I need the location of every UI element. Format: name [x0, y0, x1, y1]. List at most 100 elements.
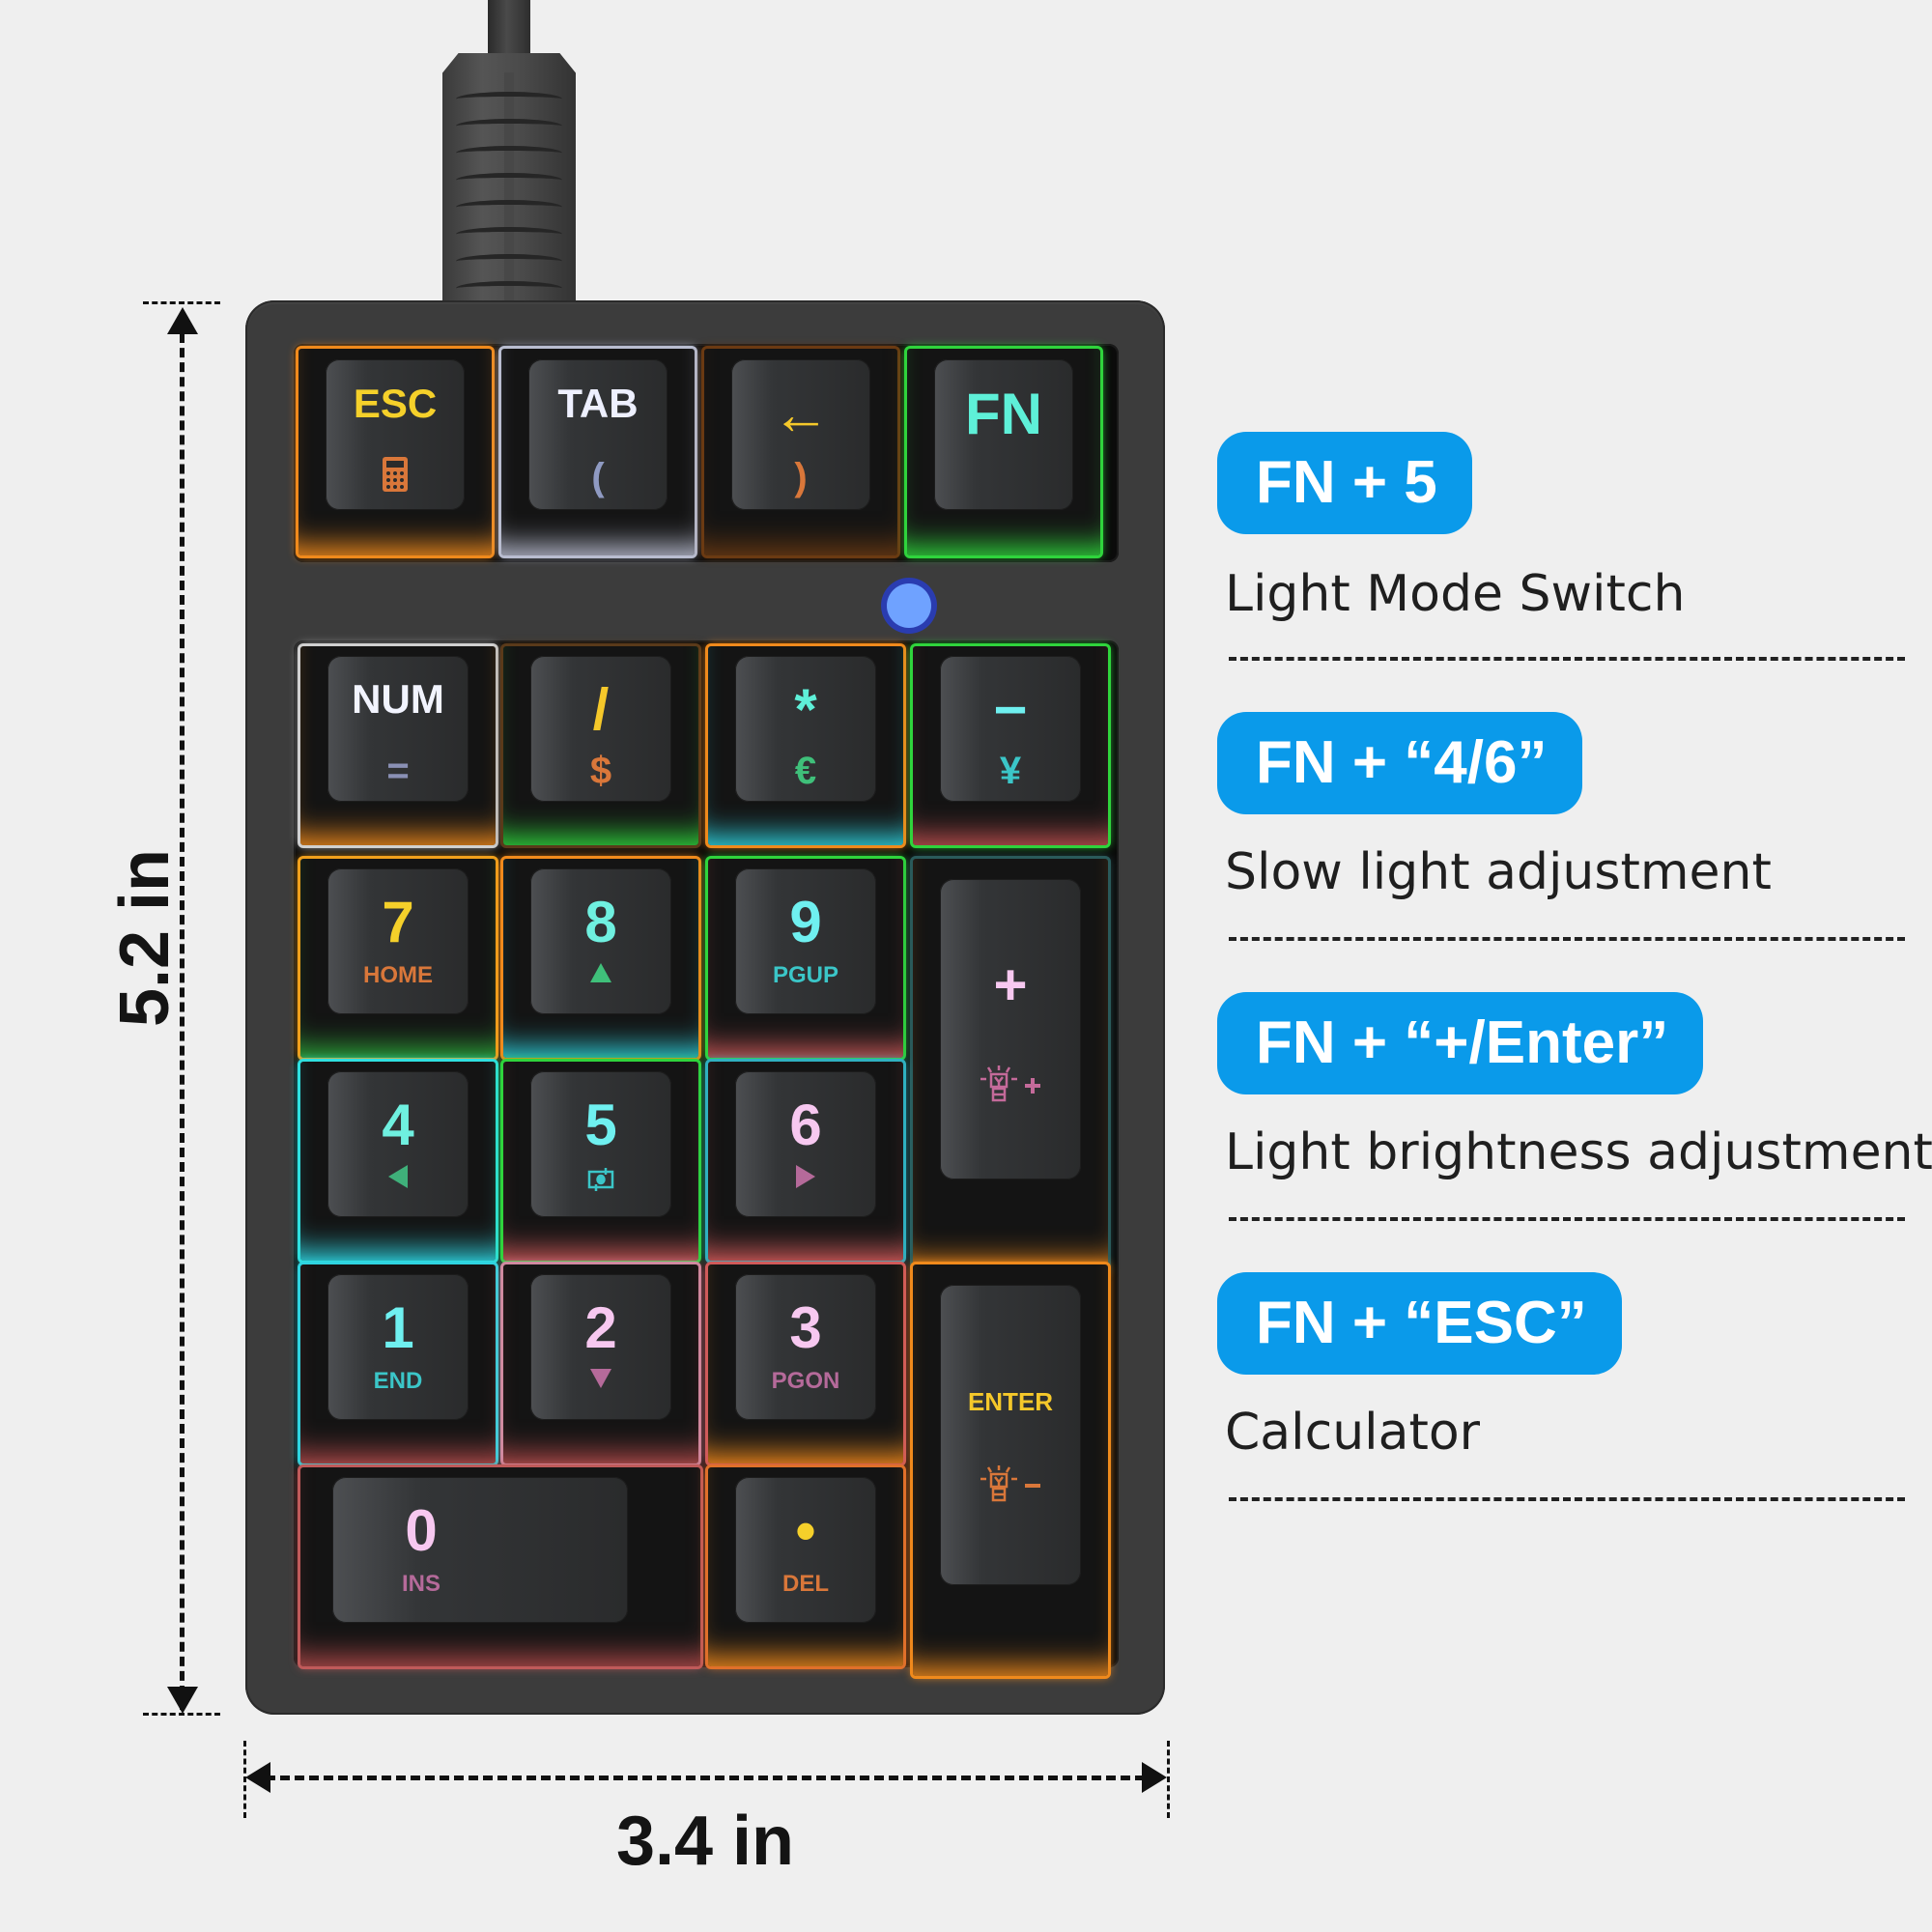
key-num[interactable]: NUM = — [298, 643, 498, 848]
key-legend-primary: TAB — [557, 380, 639, 426]
shortcut-description: Calculator — [1225, 1404, 1481, 1462]
key-legend-secondary: = — [386, 749, 410, 792]
up-triangle-icon — [530, 962, 670, 989]
keycap: 5 — [530, 1071, 671, 1217]
divider — [1229, 657, 1905, 661]
key-legend-primary: / — [592, 677, 610, 743]
key-legend-primary: ENTER — [967, 1387, 1054, 1417]
key-legend-primary: ← — [772, 381, 830, 446]
key-9[interactable]: 9 PGUP — [705, 856, 906, 1061]
key-legend-primary: FN — [965, 381, 1042, 446]
keys-layer: ESC TAB(←) FN NUM = / $ * € − ¥7 HOME 8 9 PGUP +4 5 6 1 END… — [0, 0, 1932, 1932]
key-legend-primary: 5 — [584, 1093, 617, 1158]
key-legend-primary: 1 — [382, 1295, 414, 1361]
key-legend-primary: NUM — [352, 676, 444, 723]
keycap: FN — [934, 358, 1073, 510]
height-dim-tick-top — [143, 301, 220, 304]
key-slash[interactable]: / $ — [500, 643, 701, 848]
key-legend-primary: 9 — [789, 890, 822, 955]
key-3[interactable]: 3 PGON — [705, 1262, 906, 1466]
key-legend-primary: * — [794, 677, 817, 743]
brightness-down-icon — [940, 1464, 1080, 1511]
width-label: 3.4 in — [615, 1803, 795, 1880]
key-legend-primary: • — [795, 1498, 816, 1564]
key-dot[interactable]: • DEL — [705, 1464, 906, 1669]
key-legend-secondary: PGUP — [772, 961, 838, 988]
key-tab[interactable]: TAB ( — [498, 346, 697, 558]
key-fn[interactable]: FN — [904, 346, 1103, 558]
key-asterisk[interactable]: * € — [705, 643, 906, 848]
keycap: 0 INS — [332, 1477, 629, 1623]
keycap: • DEL — [735, 1477, 876, 1623]
key-2[interactable]: 2 — [500, 1262, 701, 1466]
keycap: 8 — [530, 868, 671, 1014]
key-1[interactable]: 1 END — [298, 1262, 498, 1466]
key-legend-primary: 4 — [382, 1093, 414, 1158]
keycap: 6 — [735, 1071, 876, 1217]
key-legend-primary: ESC — [353, 380, 438, 426]
keycap: + — [940, 879, 1081, 1180]
keycap: ESC — [326, 358, 465, 510]
key-legend-secondary: ( — [591, 455, 605, 498]
key-esc[interactable]: ESC — [296, 346, 495, 558]
arrow-down-icon — [167, 1687, 198, 1714]
keycap: * € — [735, 656, 876, 802]
height-label: 5.2 in — [106, 848, 184, 1028]
keycap: 1 END — [327, 1274, 469, 1420]
brightness-up-icon — [940, 1065, 1080, 1111]
key-plus[interactable]: + — [910, 856, 1111, 1273]
keycap: 2 — [530, 1274, 671, 1420]
key-legend-secondary: PGON — [771, 1367, 840, 1394]
key-5[interactable]: 5 — [500, 1059, 701, 1264]
key-4[interactable]: 4 — [298, 1059, 498, 1264]
divider — [1229, 937, 1905, 941]
left-triangle-icon — [327, 1164, 468, 1195]
width-dimension-line — [251, 1776, 1159, 1780]
width-dim-tick-right — [1167, 1741, 1170, 1818]
keycap: − ¥ — [940, 656, 1081, 802]
keycap: ENTER — [940, 1285, 1081, 1586]
keycap: / $ — [530, 656, 671, 802]
key-7[interactable]: 7 HOME — [298, 856, 498, 1061]
key-legend-primary: 7 — [382, 890, 414, 955]
key-legend-primary: 3 — [789, 1295, 822, 1361]
keycap: TAB ( — [528, 358, 668, 510]
key-legend-primary: + — [993, 952, 1028, 1017]
key-legend-primary: 0 — [405, 1498, 438, 1564]
key-legend-primary: 6 — [789, 1093, 822, 1158]
arrow-right-icon — [1142, 1762, 1167, 1793]
key-legend-primary: 2 — [584, 1295, 617, 1361]
shortcut-description: Slow light adjustment — [1225, 843, 1772, 901]
key-legend-secondary: € — [794, 749, 817, 792]
keycap: 3 PGON — [735, 1274, 876, 1420]
shortcut-description: Light brightness adjustment — [1225, 1123, 1932, 1181]
key-backspace[interactable]: ←) — [701, 346, 900, 558]
shortcut-badge: FN + “+/Enter” — [1217, 992, 1704, 1094]
light-mode-icon — [530, 1165, 670, 1201]
arrow-left-icon — [245, 1762, 270, 1793]
keycap: NUM = — [327, 656, 469, 802]
key-minus[interactable]: − ¥ — [910, 643, 1111, 848]
shortcut-badge: FN + “ESC” — [1217, 1272, 1622, 1375]
key-legend-secondary: HOME — [363, 961, 433, 988]
key-legend-primary: − — [993, 677, 1028, 743]
shortcut-badge: FN + 5 — [1217, 432, 1472, 534]
key-enter[interactable]: ENTER — [910, 1262, 1111, 1679]
key-legend-primary: 8 — [584, 890, 617, 955]
key-6[interactable]: 6 — [705, 1059, 906, 1264]
key-legend-secondary: INS — [402, 1570, 441, 1597]
arrow-up-icon — [167, 307, 198, 334]
keycap: 4 — [327, 1071, 469, 1217]
key-legend-secondary: ¥ — [999, 749, 1022, 792]
keycap: ←) — [731, 358, 870, 510]
calculator-icon — [326, 456, 465, 499]
right-triangle-icon — [735, 1164, 875, 1195]
divider — [1229, 1497, 1905, 1501]
divider — [1229, 1217, 1905, 1221]
key-legend-secondary: END — [373, 1367, 423, 1394]
shortcut-description: Light Mode Switch — [1225, 565, 1686, 623]
key-8[interactable]: 8 — [500, 856, 701, 1061]
down-triangle-icon — [530, 1368, 670, 1395]
key-legend-secondary: $ — [589, 749, 612, 792]
key-0[interactable]: 0 INS — [298, 1464, 703, 1669]
